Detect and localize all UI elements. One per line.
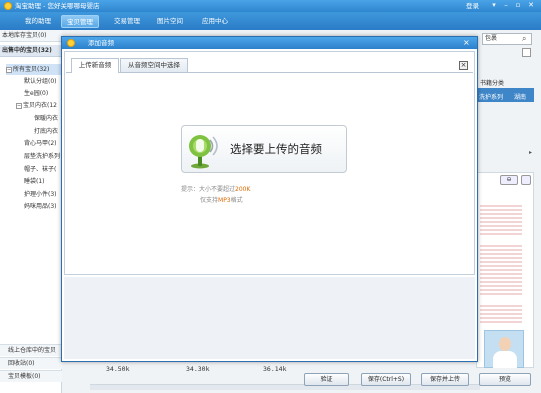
- tree-item-label: 宝贝内衣(12: [23, 102, 57, 109]
- dialog-close-icon[interactable]: ×: [463, 37, 470, 49]
- cell-region: 湖南: [514, 94, 527, 101]
- title-bar: 淘宝助理 - 您好关哪哪母婴店 登录 ▾ – ▫ ✕: [0, 0, 541, 12]
- menu-my-assistant[interactable]: 我的助理: [20, 15, 56, 28]
- tree-item-eco[interactable]: 生e园(0): [24, 88, 48, 99]
- size-hint-text: 提示：大小不要超过: [181, 186, 236, 193]
- format-hint: 仅支持MP3格式: [200, 195, 243, 204]
- collapse-icon[interactable]: −: [6, 66, 12, 73]
- save-button[interactable]: 保存(Ctrl+S): [361, 373, 411, 386]
- menu-trade-management[interactable]: 交易管理: [109, 15, 145, 28]
- menu-image-space[interactable]: 图片空间: [152, 15, 188, 28]
- zoom-menu-icon[interactable]: [521, 175, 531, 185]
- scroll-right-icon[interactable]: ▸: [526, 148, 535, 157]
- sidebar-local-stock[interactable]: 本地库存宝贝(0): [0, 30, 62, 42]
- tree-item-mom[interactable]: 妈咪用品(3): [24, 201, 57, 212]
- dialog-footer: [64, 277, 475, 359]
- tree-item-sleeping-bag[interactable]: 睡袋(1): [24, 176, 45, 187]
- menu-app-center[interactable]: 应用中心: [197, 15, 233, 28]
- tree-item-label: 所有宝贝(32): [13, 66, 50, 73]
- format-hint-suffix: 格式: [230, 197, 243, 204]
- app-logo-icon: [4, 2, 12, 10]
- dialog-logo-icon: [67, 39, 75, 47]
- tab-audio-space[interactable]: 从音频空间中选择: [120, 58, 188, 72]
- sidebar: 本地库存宝贝(0) 出售中的宝贝(32) − 所有宝贝(32) 默认分组(0) 生…: [0, 30, 62, 393]
- upload-audio-button[interactable]: 选择要上传的音频: [181, 125, 347, 173]
- tab-close-icon[interactable]: ×: [459, 61, 468, 70]
- add-audio-dialog: 添加音频 × 上传新音频 从音频空间中选择 × 选择要上传的音频 提示：大小不要…: [61, 36, 478, 362]
- size-limit: 200K: [235, 186, 251, 193]
- sidebar-online-warehouse[interactable]: 线上仓库中的宝贝: [0, 344, 62, 356]
- size-cell: 36.14k: [263, 365, 287, 373]
- tab-upload-new[interactable]: 上传新音频: [71, 58, 119, 73]
- tree-item-base-layer[interactable]: 打底内衣: [34, 126, 58, 137]
- main-menu: 我的助理 宝贝管理 交易管理 图片空间 应用中心: [0, 12, 541, 30]
- tab-divider: [66, 72, 473, 73]
- preview-image: [480, 245, 522, 295]
- format-hint-prefix: 仅支持: [200, 197, 219, 204]
- menu-item-management[interactable]: 宝贝管理: [61, 15, 99, 28]
- dialog-title: 添加音频: [88, 39, 114, 47]
- preview-portrait-image: [484, 330, 524, 368]
- search-icon[interactable]: ⌕: [522, 34, 526, 44]
- cell-series: 洗护系列: [479, 94, 504, 101]
- preview-button[interactable]: 预览: [479, 373, 531, 386]
- column-header-category: 书籍分类: [480, 80, 505, 87]
- dialog-title-bar: 添加音频 ×: [62, 37, 477, 49]
- preview-image: [480, 305, 522, 325]
- save-upload-button[interactable]: 保存并上传: [421, 373, 469, 386]
- sidebar-templates[interactable]: 宝贝模板(0): [0, 370, 62, 382]
- maximize-icon[interactable]: ▫: [512, 0, 524, 11]
- tree-item-all[interactable]: − 所有宝贝(32): [6, 64, 62, 75]
- size-cell: 34.30k: [186, 365, 210, 373]
- dropdown-icon[interactable]: ▾: [488, 0, 500, 11]
- login-link[interactable]: 登录: [466, 1, 479, 11]
- tree-item-vest[interactable]: 背心马甲(2): [24, 138, 57, 149]
- tree-item-hats[interactable]: 帽子、袜子(: [24, 164, 56, 175]
- format-name: MP3: [218, 197, 231, 204]
- tree-item-care-small[interactable]: 护理小件(3): [24, 189, 57, 200]
- edit-icon[interactable]: [522, 48, 531, 57]
- collapse-icon[interactable]: −: [16, 102, 22, 109]
- size-cell: 34.50k: [106, 365, 130, 373]
- tree-item-care[interactable]: 层垫洗护系列: [24, 151, 60, 162]
- verify-button[interactable]: 验证: [304, 373, 349, 386]
- tree-item-underwear[interactable]: − 宝贝内衣(12: [16, 100, 57, 111]
- size-hint: 提示：大小不要超过200K: [181, 184, 250, 193]
- upload-label: 选择要上传的音频: [230, 142, 322, 156]
- portrait-body: [493, 351, 517, 368]
- sidebar-recycle-bin[interactable]: 回收站(0): [0, 357, 62, 369]
- zoom-out-icon[interactable]: ⊖: [500, 175, 518, 185]
- preview-image: [480, 205, 522, 235]
- tree-item-thermal[interactable]: 保暖内衣: [34, 113, 58, 124]
- microphone-icon: [189, 135, 218, 169]
- tree-item-default[interactable]: 默认分组(0): [24, 76, 57, 87]
- sidebar-on-sale[interactable]: 出售中的宝贝(32): [0, 45, 62, 57]
- window-close-icon[interactable]: ✕: [525, 0, 537, 11]
- portrait-face: [499, 337, 511, 351]
- minimize-icon[interactable]: –: [500, 0, 512, 11]
- app-title: 淘宝助理 - 您好关哪哪母婴店: [15, 2, 100, 10]
